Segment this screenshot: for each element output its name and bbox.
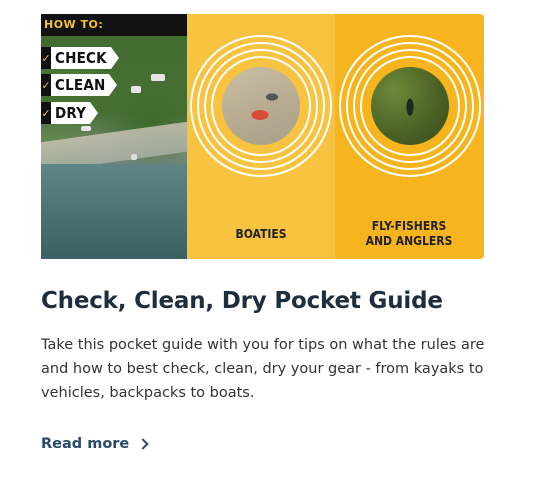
step-clean-tag: ✓ CLEAN — [41, 74, 118, 96]
card-title[interactable]: Check, Clean, Dry Pocket Guide — [41, 288, 443, 314]
boaties-label: BOATIES — [235, 227, 287, 241]
card-description: Take this pocket guide with you for tips… — [41, 337, 485, 401]
checkmark-icon: ✓ — [41, 47, 51, 69]
read-more-label: Read more — [41, 436, 130, 452]
fly-fishers-panel: FLY-FISHERS AND ANGLERS — [335, 14, 484, 259]
read-more-link[interactable]: Read more — [41, 436, 149, 452]
angler-photo — [370, 67, 449, 145]
checkmark-icon: ✓ — [41, 102, 51, 124]
boat-trailer-photo — [222, 67, 300, 145]
step-dry-tag: ✓ DRY — [41, 102, 99, 124]
howto-header: HOW TO: — [41, 14, 187, 36]
step-label: DRY — [51, 102, 91, 124]
guide-card: HOW TO: ✓ CHECK ✓ CLEAN ✓ DRY BOATIES FL… — [0, 0, 537, 493]
step-check-tag: ✓ CHECK — [41, 47, 119, 69]
chevron-right-icon — [137, 438, 149, 450]
step-label: CHECK — [51, 47, 111, 69]
boaties-panel: BOATIES — [187, 14, 335, 259]
howto-label: HOW TO: — [44, 18, 104, 31]
checkmark-icon: ✓ — [41, 74, 51, 96]
fly-fishers-label: FLY-FISHERS AND ANGLERS — [365, 219, 453, 248]
step-label: CLEAN — [51, 74, 110, 96]
guide-banner-image[interactable]: HOW TO: ✓ CHECK ✓ CLEAN ✓ DRY BOATIES FL… — [41, 14, 484, 259]
